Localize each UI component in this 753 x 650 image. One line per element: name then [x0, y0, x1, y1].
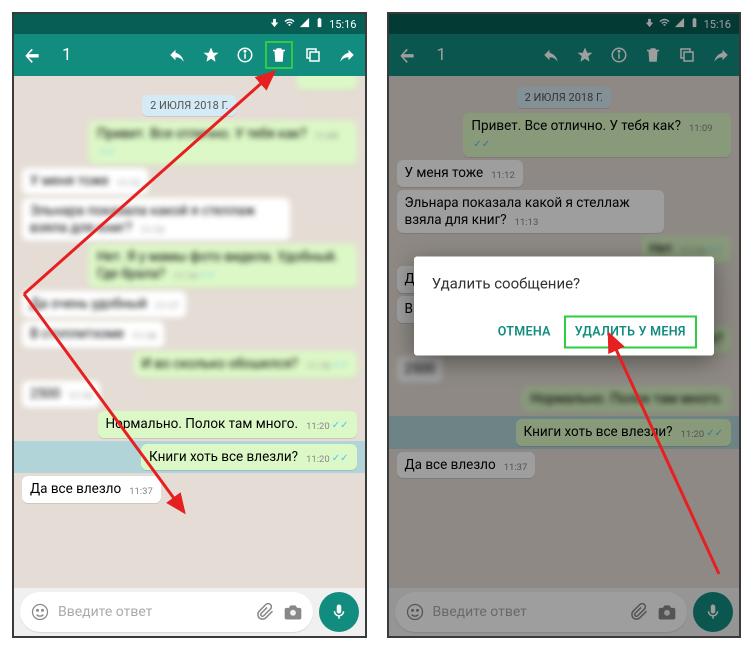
forward-icon[interactable]: [337, 45, 357, 65]
message-row[interactable]: Эльнара показала какой я стеллаж взяла д…: [22, 198, 357, 242]
camera-icon[interactable]: [283, 602, 303, 622]
message-row[interactable]: Привет. Все отлично. У тебя как?11:09✓✓: [22, 121, 357, 165]
message-row[interactable]: В стоплитхоме11:18: [22, 321, 357, 348]
message-row[interactable]: Да очень удобный11:17: [22, 291, 357, 318]
message-row[interactable]: И во сколько обошелся?11:18✓✓: [22, 351, 357, 378]
back-icon[interactable]: [22, 45, 42, 65]
chat-area[interactable]: 2 ИЮЛЯ 2018 Г. Привет. Все отлично. У те…: [14, 76, 365, 588]
info-icon[interactable]: [235, 45, 255, 65]
emoji-icon[interactable]: [30, 602, 50, 622]
message-row-selected[interactable]: Книги хоть все влезли?11:20✓✓: [14, 441, 365, 474]
message-row[interactable]: Да все влезло11:37: [22, 476, 357, 503]
signal-icon: [299, 17, 310, 31]
dialog-title: Удалить сообщение?: [432, 275, 696, 293]
location-icon: [269, 17, 280, 31]
phone-right: 15:16 1 2 ИЮЛЯ 2018 Г. Привет. Все отлич…: [387, 12, 742, 638]
mic-button[interactable]: [319, 592, 359, 632]
date-separator: 2 ИЮЛЯ 2018 Г.: [22, 94, 357, 113]
status-time: 15:16: [329, 18, 356, 31]
attach-icon[interactable]: [255, 602, 275, 622]
battery-icon: [314, 17, 325, 31]
input-bar: Введите ответ: [14, 588, 365, 636]
status-bar: 15:16: [14, 14, 365, 34]
message-row[interactable]: [22, 76, 357, 90]
copy-icon[interactable]: [303, 45, 323, 65]
input-placeholder: Введите ответ: [58, 604, 247, 620]
reply-icon[interactable]: [167, 45, 187, 65]
cancel-button[interactable]: ОТМЕНА: [488, 317, 561, 348]
message-row[interactable]: У меня тоже11:12: [22, 168, 357, 195]
wifi-icon: [284, 17, 295, 31]
message-row[interactable]: 250011:19: [22, 381, 357, 408]
message-row[interactable]: Нет. Я у мамы фото видела. Удобный. Где …: [22, 244, 357, 288]
star-icon[interactable]: [201, 45, 221, 65]
message-input[interactable]: Введите ответ: [20, 592, 313, 632]
selection-toolbar: 1: [14, 34, 365, 76]
delete-dialog: Удалить сообщение? ОТМЕНА УДАЛИТЬ У МЕНЯ: [414, 257, 714, 356]
delete-for-me-button[interactable]: УДАЛИТЬ У МЕНЯ: [565, 317, 696, 348]
phone-left: 15:16 1: [12, 12, 367, 638]
selection-count: 1: [62, 45, 72, 65]
message-row[interactable]: Нормально. Полок там много.11:20✓✓: [22, 411, 357, 438]
delete-icon[interactable]: [269, 45, 289, 65]
